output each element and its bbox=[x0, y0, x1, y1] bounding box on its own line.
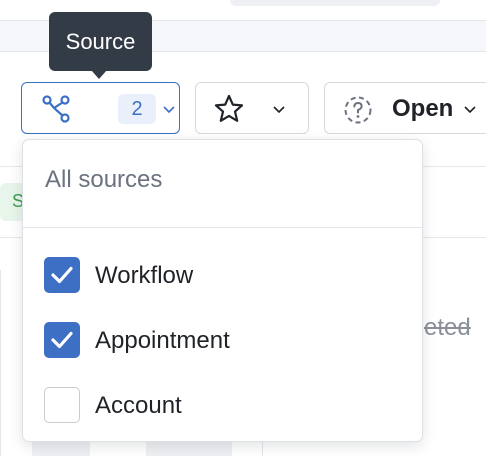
checkbox[interactable] bbox=[44, 257, 80, 293]
checkmark-icon bbox=[51, 266, 73, 284]
column-divider bbox=[0, 270, 1, 456]
checkmark-icon bbox=[51, 331, 73, 349]
all-sources-option[interactable]: All sources bbox=[45, 166, 162, 194]
menu-divider bbox=[23, 227, 422, 228]
source-option-workflow[interactable]: Workflow bbox=[23, 249, 422, 299]
chevron-down-icon bbox=[464, 106, 476, 114]
source-count-badge: 2 bbox=[118, 94, 156, 124]
source-option-appointment[interactable]: Appointment bbox=[23, 314, 422, 364]
source-option-account[interactable]: Account bbox=[23, 379, 422, 429]
option-label: Workflow bbox=[95, 262, 194, 289]
status-filter-button[interactable]: Open bbox=[324, 82, 486, 134]
checkbox[interactable] bbox=[44, 387, 80, 423]
star-icon bbox=[214, 94, 244, 122]
status-filter-label: Open bbox=[392, 95, 454, 122]
source-filter-button[interactable]: 2 bbox=[21, 82, 180, 134]
favorites-filter-button[interactable] bbox=[195, 82, 309, 134]
tooltip-arrow bbox=[91, 70, 107, 79]
bottom-tab[interactable] bbox=[32, 440, 90, 456]
dashed-question-circle-icon bbox=[344, 96, 372, 124]
top-search-tab[interactable] bbox=[230, 0, 440, 6]
bottom-tab[interactable] bbox=[146, 440, 232, 456]
checkbox[interactable] bbox=[44, 322, 80, 358]
option-label: Appointment bbox=[95, 327, 230, 354]
source-tooltip: Source bbox=[49, 12, 152, 71]
source-dropdown-menu: All sources Workflow Appointment Account bbox=[22, 139, 423, 442]
option-label: Account bbox=[95, 392, 182, 419]
chevron-down-icon bbox=[163, 106, 175, 114]
completed-task-text: eted bbox=[424, 314, 471, 341]
branch-nodes-icon bbox=[42, 95, 70, 123]
chevron-down-icon bbox=[273, 106, 285, 114]
